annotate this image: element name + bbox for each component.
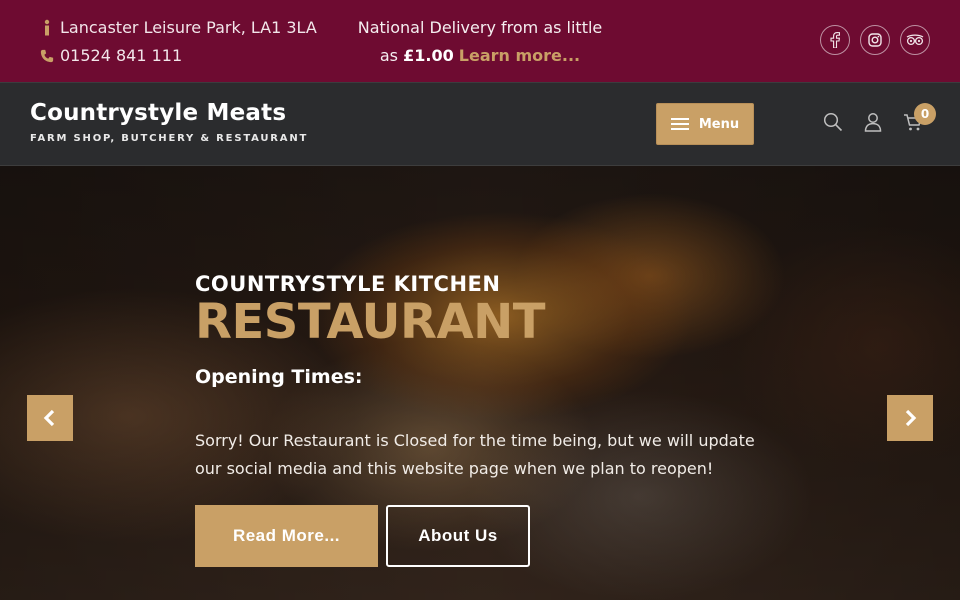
info-icon [40, 19, 54, 37]
cart-icon[interactable]: 0 [902, 103, 936, 133]
site-header: Countrystyle Meats FARM SHOP, BUTCHERY &… [0, 82, 960, 166]
tripadvisor-icon[interactable] [900, 25, 930, 55]
delivery-price: £1.00 [403, 46, 454, 65]
menu-label: Menu [698, 116, 740, 132]
logo-subtitle: FARM SHOP, BUTCHERY & RESTAURANT [30, 133, 309, 144]
search-icon[interactable] [822, 111, 844, 133]
read-more-button[interactable]: Read More... [195, 505, 378, 567]
opening-times-heading: Opening Times: [195, 366, 363, 388]
facebook-icon[interactable] [820, 25, 850, 55]
header-actions: 0 [822, 103, 936, 133]
chevron-left-icon [43, 409, 55, 427]
instagram-icon[interactable] [860, 25, 890, 55]
phone-line[interactable]: 01524 841 111 [40, 42, 317, 70]
phone-text[interactable]: 01524 841 111 [60, 42, 182, 70]
cart-count-badge: 0 [914, 103, 936, 125]
top-bar: Lancaster Leisure Park, LA1 3LA 01524 84… [0, 0, 960, 82]
delivery-notice: National Delivery from as little as £1.0… [330, 14, 630, 70]
learn-more-link[interactable]: Learn more... [459, 46, 580, 65]
phone-icon [40, 47, 54, 65]
hero-slider: COUNTRYSTYLE KITCHEN RESTAURANT Opening … [0, 166, 960, 600]
delivery-line-2: as £1.00 Learn more... [330, 42, 630, 70]
delivery-as: as [379, 46, 398, 65]
slider-next-button[interactable] [887, 395, 933, 441]
chevron-right-icon [905, 409, 917, 427]
delivery-line-1: National Delivery from as little [357, 18, 603, 37]
social-links [820, 25, 930, 55]
address-line: Lancaster Leisure Park, LA1 3LA [40, 14, 317, 42]
hero-description: Sorry! Our Restaurant is Closed for the … [195, 431, 755, 478]
account-icon[interactable] [862, 111, 884, 133]
hamburger-icon [670, 118, 689, 130]
logo-title[interactable]: Countrystyle Meats [30, 100, 286, 126]
contact-info: Lancaster Leisure Park, LA1 3LA 01524 84… [40, 14, 317, 70]
hero-title: RESTAURANT [195, 294, 546, 350]
menu-button[interactable]: Menu [656, 103, 754, 145]
address-text: Lancaster Leisure Park, LA1 3LA [60, 18, 317, 37]
about-us-button[interactable]: About Us [386, 505, 530, 567]
slider-prev-button[interactable] [27, 395, 73, 441]
